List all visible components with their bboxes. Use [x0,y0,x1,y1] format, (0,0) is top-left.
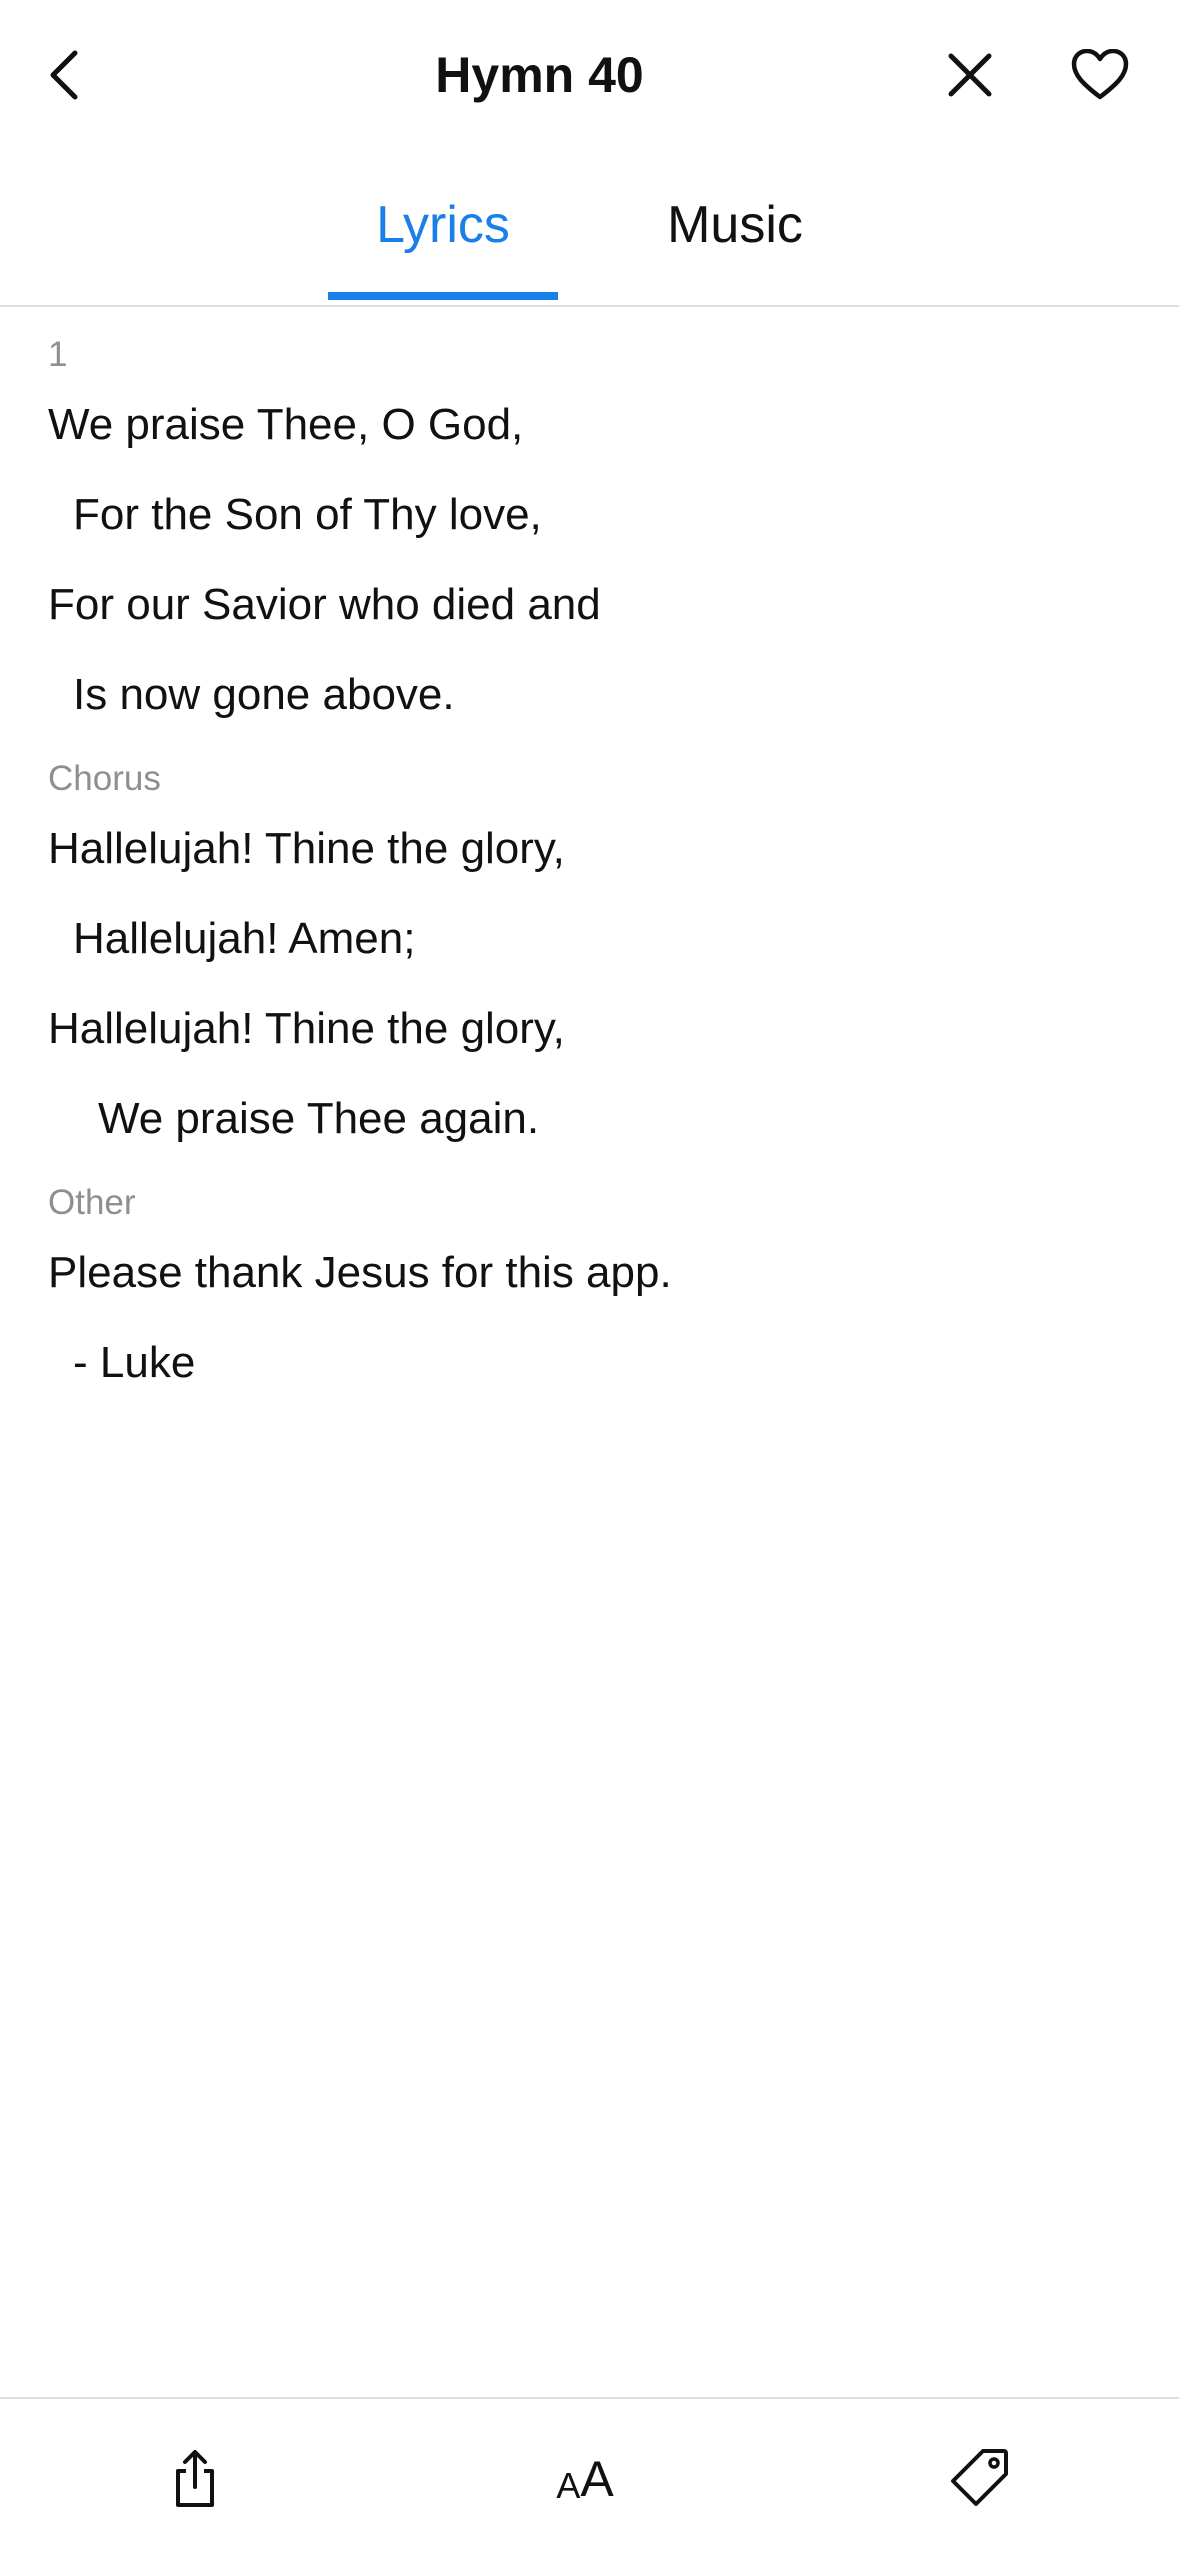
close-button[interactable] [930,35,1010,115]
verse-number: 1 [48,335,68,374]
tab-music[interactable]: Music [620,190,850,260]
chorus-section: Chorus Hallelujah! Thine the glory, Hall… [48,754,1138,1150]
chorus-label: Chorus [48,759,161,798]
lyric-line: Please thank Jesus for this app. [48,1248,672,1297]
other-section: Other Please thank Jesus for this app. -… [48,1178,1138,1394]
other-label: Other [48,1183,136,1222]
lyric-line: For our Savior who died and [48,580,601,629]
active-tab-indicator [328,292,558,300]
lyric-line: - Luke [73,1338,196,1387]
lyric-line: Hallelujah! Amen; [73,914,416,963]
heart-icon [1071,49,1129,100]
lyric-line: Hallelujah! Thine the glory, [48,1004,565,1053]
page-title: Hymn 40 [435,47,644,103]
share-button[interactable] [155,2439,235,2519]
text-size-large: A [580,2451,614,2507]
lyrics-content: 1 We praise Thee, O God, For the Son of … [48,330,1138,1422]
lyric-line: Hallelujah! Thine the glory, [48,824,565,873]
lyric-line: We praise Thee again. [98,1094,540,1143]
share-icon [176,2450,214,2507]
close-icon [948,53,992,97]
tab-bar: Lyrics Music [0,150,1179,307]
verse-1-section: 1 We praise Thee, O God, For the Son of … [48,330,1138,726]
bottom-toolbar: AA [0,2397,1179,2558]
lyric-line: Is now gone above. [73,670,455,719]
favorite-button[interactable] [1060,35,1140,115]
header: Hymn 40 [0,0,1179,150]
text-size-small: A [556,2465,581,2506]
lyric-line: For the Son of Thy love, [73,490,542,539]
tag-icon [951,2449,1008,2506]
lyric-line: We praise Thee, O God, [48,400,524,449]
text-size-icon: AA [556,2454,613,2504]
text-size-button[interactable]: AA [540,2439,630,2519]
tag-button[interactable] [940,2437,1020,2517]
tab-lyrics[interactable]: Lyrics [328,190,558,260]
